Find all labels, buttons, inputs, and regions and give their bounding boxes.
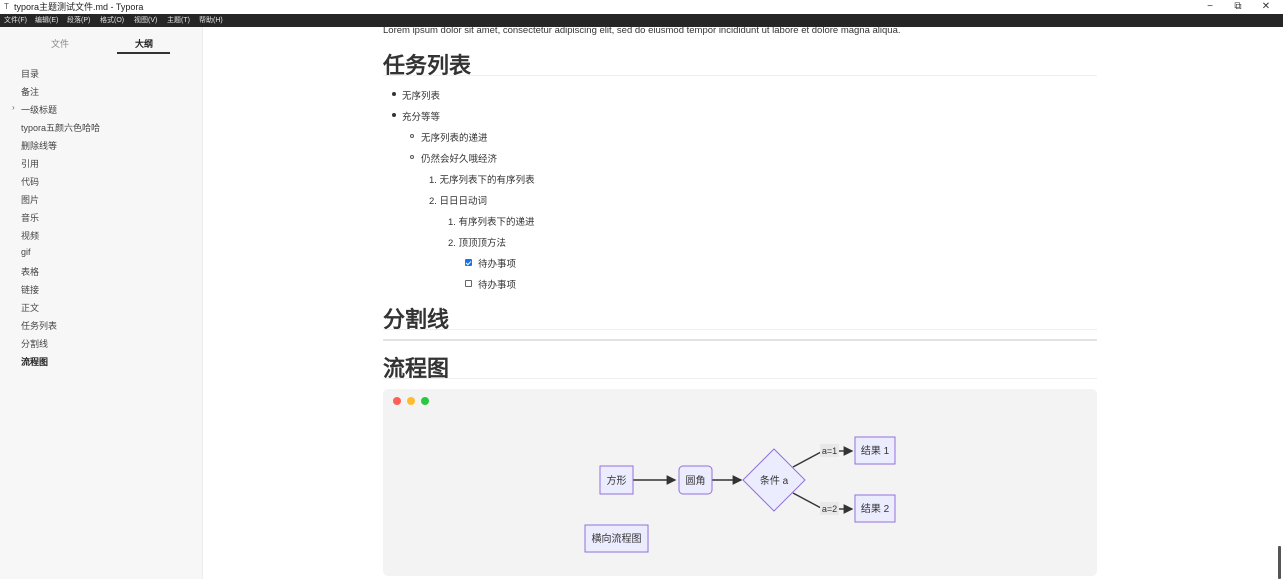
outline-item[interactable]: 引用 xyxy=(21,157,39,170)
chevron-right-icon[interactable]: › xyxy=(12,103,15,112)
node-label: 方形 xyxy=(607,474,627,487)
outline-item[interactable]: 表格 xyxy=(21,265,39,278)
list-item: 仍然会好久哦经济 xyxy=(421,154,498,165)
menu-paragraph[interactable]: 段落(P) xyxy=(67,14,90,27)
outline-item[interactable]: 链接 xyxy=(21,283,39,296)
menu-theme[interactable]: 主题(T) xyxy=(167,14,190,27)
node-label: 结果 2 xyxy=(861,502,890,515)
task-item: 待办事项 xyxy=(478,280,517,291)
circle-bullet-icon xyxy=(410,134,414,138)
bullet-icon xyxy=(392,113,396,117)
outline-item[interactable]: 图片 xyxy=(21,193,39,206)
heading-underline xyxy=(383,378,1097,379)
task-checkbox-checked[interactable] xyxy=(465,259,472,266)
list-item: 2. 日日日动词 xyxy=(429,196,488,207)
node-label: 圆角 xyxy=(686,475,706,487)
list-item: 无序列表的递进 xyxy=(421,133,488,144)
outline-item[interactable]: 任务列表 xyxy=(21,319,57,332)
list-item: 无序列表 xyxy=(402,91,441,102)
menu-format[interactable]: 格式(O) xyxy=(100,14,124,27)
restore-icon[interactable]: ⧉ xyxy=(1228,0,1248,14)
sidebar: 文件 大纲 目录 备注 › 一级标题 typora五颜六色哈哈 删除线等 引用 … xyxy=(0,27,203,579)
circle-bullet-icon xyxy=(410,155,414,159)
vertical-scrollbar[interactable] xyxy=(1278,546,1281,579)
title-bar: T typora主题测试文件.md - Typora − ⧉ ✕ xyxy=(0,0,1283,14)
minimize-icon[interactable]: − xyxy=(1200,0,1220,14)
horizontal-rule xyxy=(383,339,1097,341)
node-label: 结果 1 xyxy=(861,444,890,457)
task-checkbox-unchecked[interactable] xyxy=(465,280,472,287)
outline-item[interactable]: 视频 xyxy=(21,229,39,242)
bullet-icon xyxy=(392,92,396,96)
flowchart-diagram: a=1 a=2 方形 圆角 条件 a 结果 1 结果 2 横向流程图 xyxy=(584,436,896,553)
menu-edit[interactable]: 编辑(E) xyxy=(35,14,58,27)
menu-view[interactable]: 视图(V) xyxy=(134,14,157,27)
outline-item[interactable]: 备注 xyxy=(21,85,39,98)
tab-outline[interactable]: 大纲 xyxy=(116,37,172,50)
heading-underline xyxy=(383,329,1097,330)
node-label: 横向流程图 xyxy=(592,532,642,545)
typora-app-icon: T xyxy=(4,2,9,11)
menu-help[interactable]: 帮助(H) xyxy=(199,14,223,27)
list-item: 1. 有序列表下的递进 xyxy=(448,217,535,228)
outline-item-active[interactable]: 流程图 xyxy=(21,355,48,368)
outline-item[interactable]: 正文 xyxy=(21,301,39,314)
outline-item[interactable]: 一级标题 xyxy=(21,103,57,116)
tab-files[interactable]: 文件 xyxy=(32,37,88,50)
outline-item[interactable]: 目录 xyxy=(21,67,39,80)
outline-item[interactable]: 分割线 xyxy=(21,337,48,350)
paragraph-lorem: Lorem ipsum dolor sit amet, consectetur … xyxy=(383,25,901,36)
list-item: 2. 顶顶顶方法 xyxy=(448,238,507,249)
window-title: typora主题测试文件.md - Typora xyxy=(14,2,144,12)
flow-edge xyxy=(792,451,822,468)
heading-underline xyxy=(383,75,1097,76)
menu-file[interactable]: 文件(F) xyxy=(4,14,27,27)
edge-label: a=2 xyxy=(822,504,837,514)
outline-item[interactable]: gif xyxy=(21,247,31,257)
active-tab-underline xyxy=(117,52,170,54)
task-item: 待办事项 xyxy=(478,259,517,270)
flowchart-block[interactable]: a=1 a=2 方形 圆角 条件 a 结果 1 结果 2 横向流程图 xyxy=(383,389,1097,576)
outline-item[interactable]: 代码 xyxy=(21,175,39,188)
list-item: 充分等等 xyxy=(402,112,441,123)
outline-item[interactable]: 音乐 xyxy=(21,211,39,224)
edge-label: a=1 xyxy=(822,446,837,456)
close-icon[interactable]: ✕ xyxy=(1256,0,1276,14)
list-item: 1. 无序列表下的有序列表 xyxy=(429,175,535,186)
outline-item[interactable]: typora五颜六色哈哈 xyxy=(21,121,100,134)
node-label: 条件 a xyxy=(760,474,789,487)
outline-item[interactable]: 删除线等 xyxy=(21,139,57,152)
flow-edge xyxy=(792,492,822,509)
